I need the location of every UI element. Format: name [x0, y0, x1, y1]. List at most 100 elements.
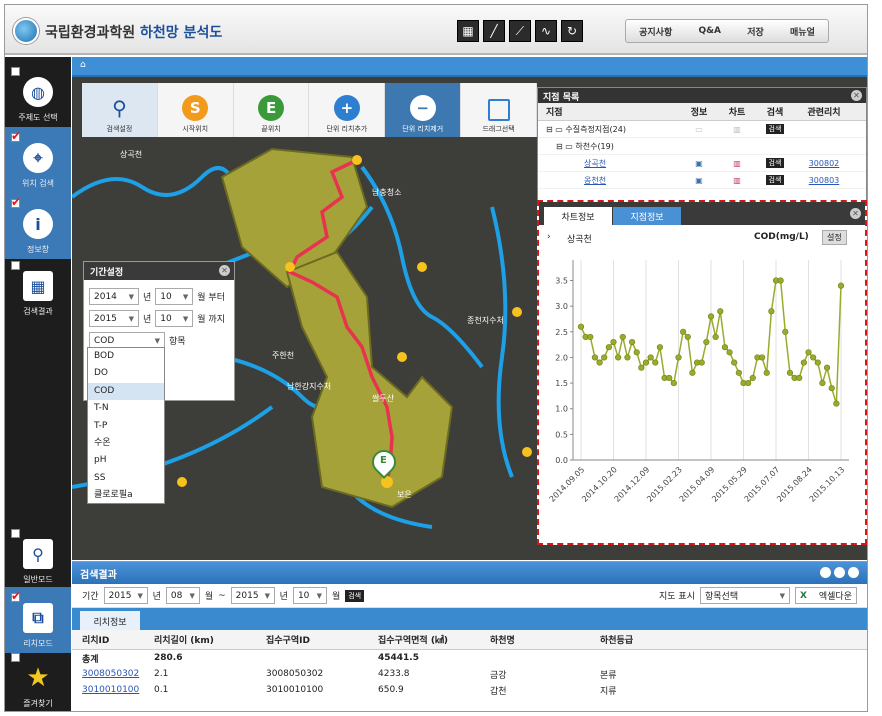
checkbox[interactable] — [11, 195, 21, 209]
menu-qna[interactable]: Q&A — [699, 26, 721, 36]
sidebar-item-info[interactable]: i 정보창 — [5, 193, 71, 259]
table-row[interactable]: 3010010100 0.1 3010010100 650.9 갑천 지류 — [72, 682, 867, 698]
minus-icon: − — [409, 95, 436, 121]
end-year-select[interactable]: 2015 ▼ — [89, 310, 139, 327]
search-button[interactable]: 검색 — [765, 124, 785, 134]
info-icon[interactable]: ▣ — [680, 159, 718, 168]
dropdown-option[interactable]: BOD — [88, 348, 164, 365]
station-link[interactable]: 옹천천 — [584, 176, 606, 185]
excel-download-button[interactable]: X 엑셀다운 — [795, 587, 857, 604]
column-header: 검색 — [766, 108, 784, 118]
sidebar-item-results[interactable]: ▦ 검색결과 — [5, 255, 71, 321]
dropdown-option[interactable]: 수온 — [88, 435, 164, 452]
dropdown-option[interactable]: 클로로필a — [88, 487, 164, 504]
reach-id-link[interactable]: 3008050302 — [82, 669, 139, 679]
table-cell: 본류 — [600, 670, 617, 681]
sidebar-item-favorites[interactable]: ★ 즐겨찾기 — [5, 647, 71, 711]
polyline-icon[interactable]: ⟋ — [509, 20, 531, 42]
data-point — [624, 354, 631, 361]
checkbox[interactable] — [11, 67, 20, 76]
item-select[interactable]: 항목선택 ▼ — [700, 587, 790, 604]
end-location-tool[interactable]: E 끝위치 — [234, 83, 310, 137]
res-end-year-select[interactable]: 2015 ▼ — [230, 587, 275, 604]
sidebar-item-normal-mode[interactable]: ⚲ 일반모드 — [5, 523, 71, 589]
end-month-select[interactable]: 10 ▼ — [155, 310, 194, 327]
expand-icon[interactable]: › — [547, 232, 551, 242]
menu-save[interactable]: 저장 — [747, 25, 764, 38]
reach-link[interactable]: 300802 — [809, 159, 840, 168]
unit-label: 월 — [204, 592, 214, 602]
dropdown-option[interactable]: DO — [88, 365, 164, 382]
checkbox[interactable] — [11, 529, 20, 538]
chart-icon[interactable]: ▥ — [718, 125, 756, 134]
panel-title: 지점 목록 ✕ — [538, 88, 866, 103]
table-row[interactable]: 3008050302 2.1 3008050302 4233.8 금강 본류 — [72, 666, 867, 682]
dropdown-option[interactable]: T-N — [88, 400, 164, 417]
drag-select-tool[interactable]: 드래그선택 — [461, 83, 537, 137]
dropdown-option[interactable]: T-P — [88, 418, 164, 435]
data-point — [684, 333, 691, 341]
res-start-year-select[interactable]: 2015 ▼ — [103, 587, 148, 604]
add-reach-tool[interactable]: + 단위 리치추가 — [309, 83, 386, 137]
menu-manual[interactable]: 매뉴얼 — [790, 25, 815, 38]
checkbox[interactable] — [11, 653, 20, 662]
remove-reach-tool[interactable]: − 단위 리치제거 — [385, 83, 462, 137]
list-item[interactable]: 상곡천 ▣ ▥ 검색 300802 — [538, 155, 866, 172]
list-item[interactable]: ⊟ ▭ 수질측정지점(24) ▭ ▥ 검색 — [538, 121, 866, 138]
line-icon[interactable]: ╱ — [483, 20, 505, 42]
list-item[interactable]: 옹천천 ▣ ▥ 검색 300803 — [538, 172, 866, 189]
start-month-select[interactable]: 10 ▼ — [155, 288, 194, 305]
column-header: 리치길이 (km) — [154, 636, 214, 646]
close-icon[interactable]: ✕ — [851, 90, 862, 101]
table-cell: 2.1 — [154, 669, 169, 679]
search-button[interactable]: 검색 — [765, 158, 785, 168]
search-settings-tool[interactable]: ⚲ 검색설정 — [82, 83, 158, 137]
checkbox[interactable] — [11, 261, 20, 270]
start-year-select[interactable]: 2014 ▼ — [89, 288, 139, 305]
reach-id-link[interactable]: 3010010100 — [82, 685, 139, 695]
checkbox[interactable] — [11, 129, 21, 143]
tab-point-info[interactable]: 지점정보 — [613, 207, 681, 225]
info-icon[interactable]: ▭ — [680, 125, 718, 134]
menu-notice[interactable]: 공지사항 — [639, 25, 672, 38]
dropdown-option[interactable]: pH — [88, 452, 164, 469]
dropdown-option[interactable]: COD — [88, 382, 164, 401]
y-tick-label: 2.5 — [555, 328, 568, 337]
checkbox[interactable] — [11, 589, 21, 603]
data-point — [823, 364, 831, 371]
sidebar-item-theme-map[interactable]: ◍ 주제도 선택 — [5, 61, 71, 127]
table-cell: 650.9 — [378, 685, 404, 695]
close-icon[interactable]: ✕ — [219, 265, 230, 276]
start-location-tool[interactable]: S 시작위치 — [158, 83, 234, 137]
tree-node[interactable]: ⊟ ▭ 수질측정지점(24) — [538, 124, 680, 135]
tab-reach-info[interactable]: 리치정보 — [80, 611, 140, 630]
data-point — [601, 354, 608, 361]
sidebar-item-reach-mode[interactable]: ⧉ 리치모드 — [5, 587, 71, 653]
tab-chart-info[interactable]: 차트정보 — [544, 207, 612, 225]
list-item[interactable]: ⊟ ▭ 하천수(19) — [538, 138, 866, 155]
search-button[interactable]: 검색 — [345, 589, 365, 602]
settings-icon[interactable] — [834, 567, 845, 578]
info-icon[interactable]: ▣ — [680, 176, 718, 185]
data-point — [615, 354, 622, 361]
res-end-month-select[interactable]: 10 ▼ — [292, 587, 327, 604]
chart-icon[interactable]: ▥ — [718, 176, 756, 185]
chart-icon[interactable]: ▥ — [718, 159, 756, 168]
minimize-icon[interactable] — [820, 567, 831, 578]
sidebar-item-location-search[interactable]: ⌖ 위치 검색 — [5, 127, 71, 193]
dropdown-option[interactable]: SS — [88, 470, 164, 487]
curve-icon[interactable]: ∿ — [535, 20, 557, 42]
map-image-icon[interactable]: ▦ — [457, 20, 479, 42]
res-start-month-select[interactable]: 08 ▼ — [165, 587, 200, 604]
tree-node[interactable]: ⊟ ▭ 하천수(19) — [538, 141, 680, 152]
close-icon[interactable] — [848, 567, 859, 578]
panel-title: 검색결과 — [72, 562, 867, 584]
station-link[interactable]: 상곡천 — [584, 159, 606, 168]
reach-link[interactable]: 300803 — [809, 176, 840, 185]
refresh-icon[interactable]: ↻ — [561, 20, 583, 42]
search-button[interactable]: 검색 — [765, 175, 785, 185]
close-icon[interactable]: ✕ — [850, 208, 861, 219]
y-tick-label: 0.5 — [555, 430, 568, 439]
data-point — [703, 338, 710, 346]
settings-button[interactable]: 설정 — [822, 230, 847, 245]
